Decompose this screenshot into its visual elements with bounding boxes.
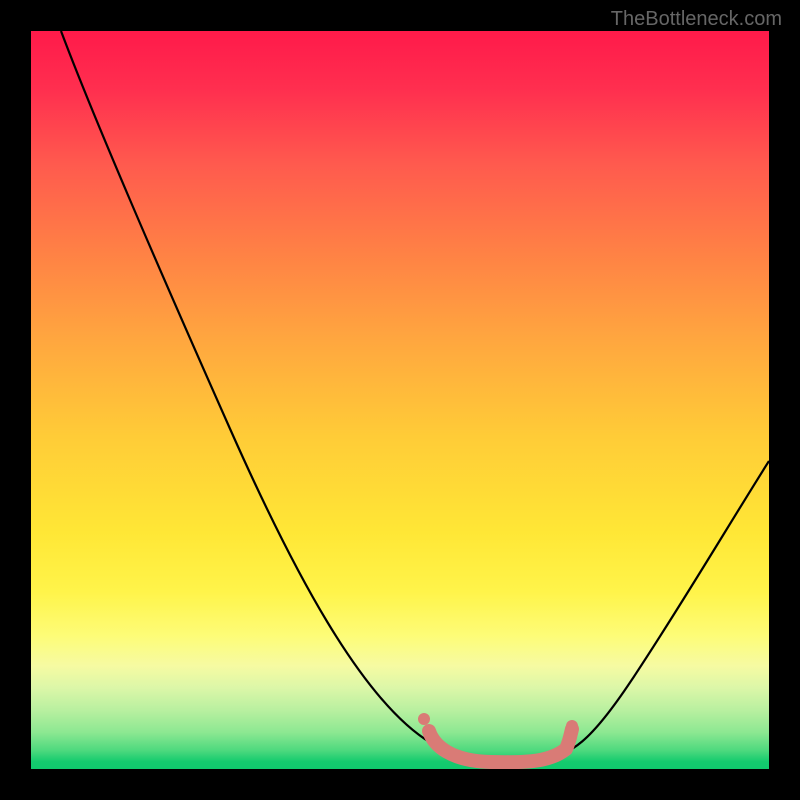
chart-svg [31,31,769,769]
attribution-text: TheBottleneck.com [611,8,782,31]
highlight-dot [418,713,430,725]
highlight-dot [566,720,578,732]
highlight-band-line [429,729,572,762]
highlight-dot [425,728,437,740]
bottleneck-curve-line [61,31,769,760]
chart-plot-area [31,31,769,769]
